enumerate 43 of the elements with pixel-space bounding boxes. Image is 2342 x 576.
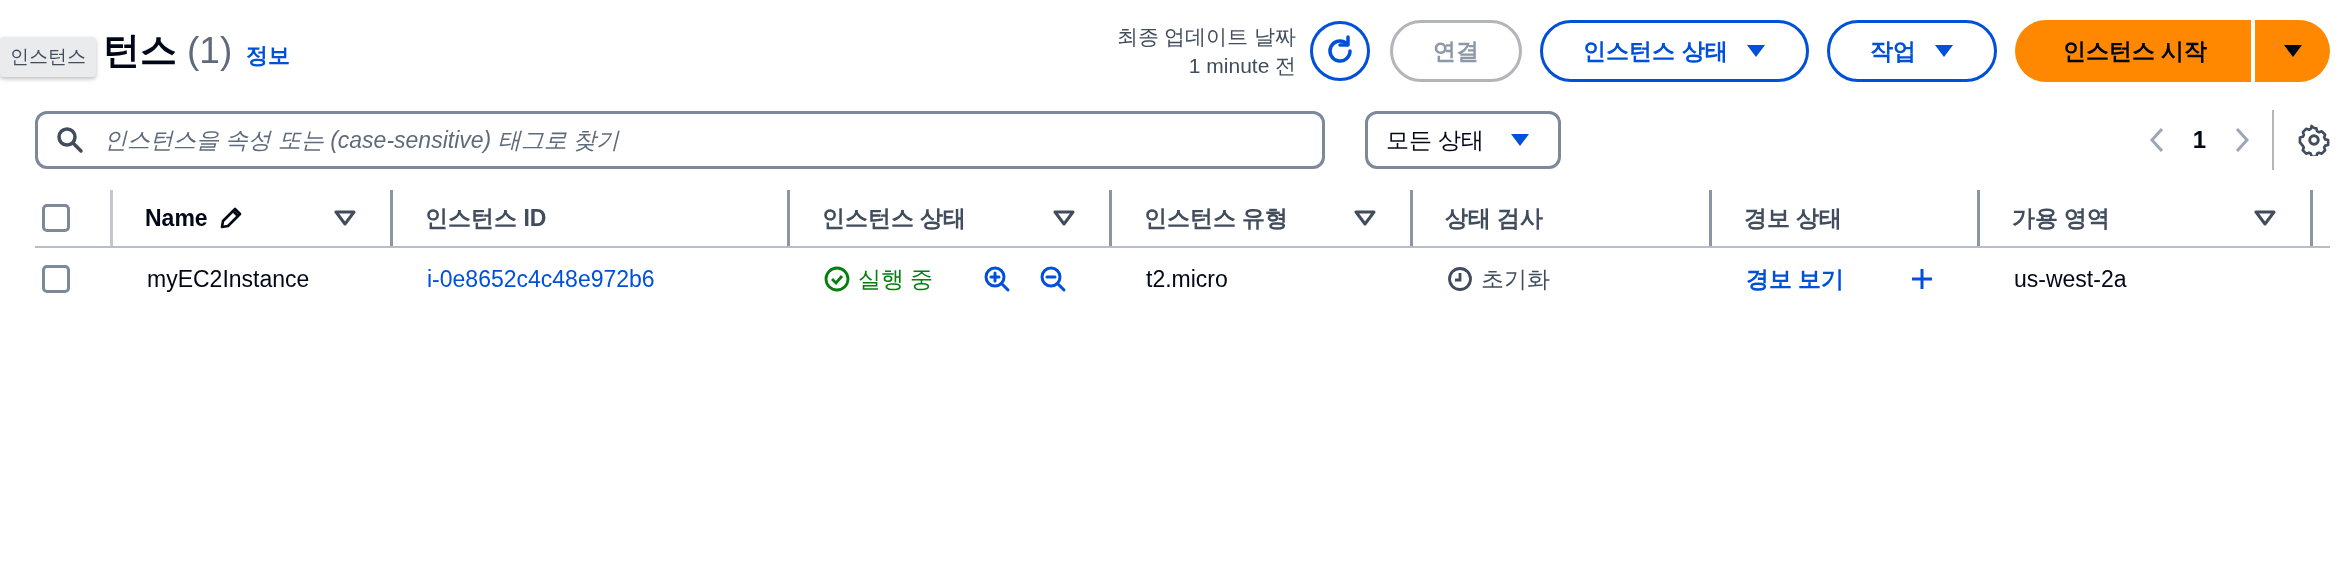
filter-icon[interactable] — [334, 210, 356, 226]
clock-icon — [1447, 266, 1473, 292]
settings-icon[interactable] — [2298, 124, 2330, 156]
status-text: 초기화 — [1481, 264, 1550, 294]
column-header[interactable]: 인스턴스 상태 — [822, 202, 967, 234]
dropdown-button[interactable]: 인스턴스 상태 — [1540, 20, 1809, 82]
state-filter-dropdown[interactable]: 모든 상태 — [1365, 111, 1562, 169]
instance-count: (1) — [187, 30, 233, 72]
zoom-out-icon[interactable] — [1039, 265, 1068, 293]
table-cell: t2.micro — [1146, 265, 1228, 293]
info-link[interactable]: 정보 — [246, 41, 291, 71]
column-header[interactable]: 인스턴스 ID — [425, 202, 547, 234]
caret-icon — [1510, 133, 1531, 147]
column-header[interactable]: 가용 영역 — [2012, 202, 2111, 234]
checkbox[interactable] — [42, 265, 70, 293]
status-text: 실행 중 — [858, 264, 934, 294]
column-header[interactable]: 인스턴스 유형 — [1144, 202, 1289, 234]
last-updated-label: 최종 업데이트 날짜 — [1116, 24, 1297, 50]
view-alarms-link[interactable]: 경보 보기 — [1746, 263, 1845, 295]
instance-id-link[interactable]: i-0e8652c4c48e972b6 — [427, 265, 655, 293]
page-number[interactable]: 1 — [2192, 126, 2206, 154]
page-title: 턴스 — [103, 29, 177, 73]
caret-icon — [2282, 44, 2303, 58]
table-cell: us-west-2a — [2014, 265, 2127, 293]
plus-icon[interactable] — [1910, 267, 1935, 291]
filter-icon[interactable] — [2254, 210, 2276, 226]
zoom-in-icon[interactable] — [983, 265, 1012, 293]
column-header[interactable]: 상태 검사 — [1445, 202, 1544, 234]
launch-menu-button[interactable] — [2255, 20, 2330, 82]
dropdown-button[interactable]: 작업 — [1826, 20, 1997, 82]
column-header[interactable]: 경보 상태 — [1744, 202, 1843, 234]
caret-icon — [1933, 44, 1954, 58]
checkbox[interactable] — [42, 204, 70, 232]
caret-icon — [1745, 44, 1766, 58]
launch-button[interactable]: 인스턴스 시작 — [2014, 20, 2251, 82]
search-field[interactable]: 인스턴스을 속성 또는 (case-sensitive) 태그로 찾기 — [35, 111, 1325, 169]
table-cell: myEC2Instance — [147, 265, 310, 293]
column-header[interactable]: Name — [145, 204, 208, 232]
tooltip: 인스턴스 — [0, 37, 96, 77]
filter-icon[interactable] — [1354, 210, 1376, 226]
last-updated-time: 1 minute 전 — [1188, 53, 1297, 79]
check-circle-icon — [824, 266, 850, 292]
filter-icon[interactable] — [1053, 210, 1075, 226]
